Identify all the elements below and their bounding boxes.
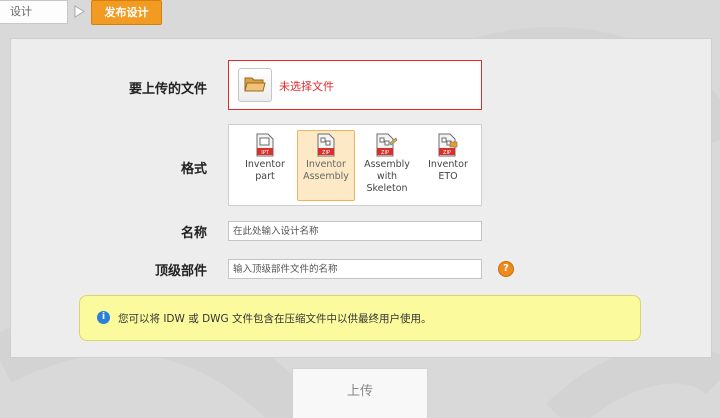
format-options: IPT Inventor part ZIP Inventor Assembly … <box>228 124 482 206</box>
top-level-part-input[interactable] <box>228 259 482 279</box>
top-level-label: 顶级部件 <box>154 264 207 279</box>
format-tag: ZIP <box>322 150 330 156</box>
format-inventor-part[interactable]: IPT Inventor part <box>236 130 294 201</box>
format-tag: ZIP <box>443 150 451 156</box>
format-tag: ZIP <box>381 150 389 156</box>
format-name: Assembly with Skeleton <box>364 159 410 194</box>
design-name-input[interactable] <box>228 221 482 241</box>
help-icon[interactable]: ? <box>498 261 514 277</box>
publish-form-panel: 要上传的文件 未选择文件 格式 IPT Inventor part ZIP In… <box>10 38 712 358</box>
step-bar: 设计 发布设计 <box>0 0 720 25</box>
file-picker[interactable]: 未选择文件 <box>228 60 482 110</box>
format-assembly-with-skeleton[interactable]: ZIP Assembly with Skeleton <box>358 130 416 201</box>
ipt-file-icon: IPT <box>256 133 274 157</box>
zip-file-icon: ZIP <box>317 133 335 157</box>
folder-icon <box>244 77 266 92</box>
zip-eto-file-icon: ZIP <box>438 133 458 157</box>
format-inventor-assembly[interactable]: ZIP Inventor Assembly <box>297 130 355 201</box>
info-note: i 您可以将 IDW 或 DWG 文件包含在压缩文件中以供最终用户使用。 <box>79 295 641 341</box>
format-name: Inventor part <box>245 159 285 182</box>
file-label: 要上传的文件 <box>128 82 207 97</box>
upload-button[interactable]: 上传 <box>292 368 428 418</box>
file-status: 未选择文件 <box>279 80 334 93</box>
info-note-text: 您可以将 IDW 或 DWG 文件包含在压缩文件中以供最终用户使用。 <box>118 313 432 325</box>
format-label: 格式 <box>180 162 207 177</box>
step-arrow-icon <box>74 5 85 18</box>
format-name: Inventor Assembly <box>303 159 349 182</box>
step-design[interactable]: 设计 <box>0 0 68 24</box>
format-tag: IPT <box>261 150 269 156</box>
browse-button[interactable] <box>238 68 272 102</box>
step-publish-design[interactable]: 发布设计 <box>91 0 162 25</box>
zip-skeleton-file-icon: ZIP <box>376 133 398 157</box>
format-name: Inventor ETO <box>428 159 468 182</box>
name-label: 名称 <box>180 226 207 241</box>
info-icon: i <box>97 311 110 324</box>
format-inventor-eto[interactable]: ZIP Inventor ETO <box>419 130 477 201</box>
